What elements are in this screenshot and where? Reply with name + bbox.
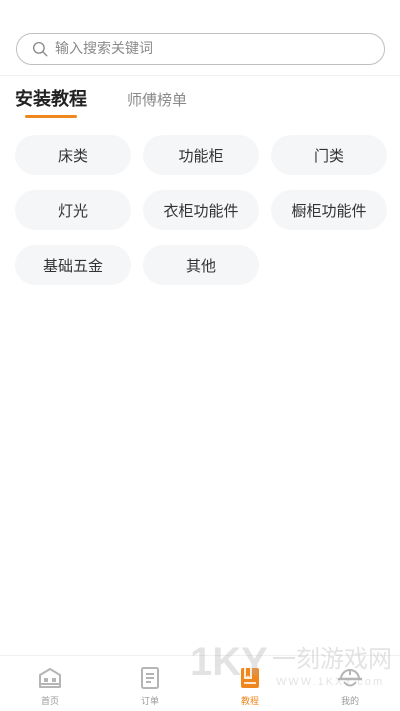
home-icon <box>39 668 61 688</box>
nav-mine-label: 我的 <box>340 697 359 707</box>
category-chip-function-cabinet[interactable]: 功能柜 <box>143 135 259 175</box>
category-grid: 床类 功能柜 门类 灯光 衣柜功能件 橱柜功能件 基础五金 其他 <box>15 135 387 285</box>
category-chip-hardware[interactable]: 基础五金 <box>15 245 131 285</box>
category-chip-other[interactable]: 其他 <box>143 245 259 285</box>
category-chip-light[interactable]: 灯光 <box>15 190 131 230</box>
nav-orders[interactable]: 订单 <box>100 656 200 711</box>
bottom-nav: 首页 订单 教程 我的 <box>0 655 400 711</box>
order-icon <box>141 667 159 689</box>
category-chip-kitchen-parts[interactable]: 橱柜功能件 <box>271 190 387 230</box>
header-divider <box>0 75 400 76</box>
tab-master-ranking[interactable]: 师傅榜单 <box>127 88 187 118</box>
search-icon <box>32 41 48 57</box>
worker-helmet-icon <box>337 669 363 687</box>
category-chip-wardrobe-parts[interactable]: 衣柜功能件 <box>143 190 259 230</box>
nav-mine[interactable]: 我的 <box>300 656 400 711</box>
search-input[interactable] <box>55 41 355 57</box>
nav-orders-label: 订单 <box>140 697 159 707</box>
tab-install-tutorial[interactable]: 安装教程 <box>15 88 87 118</box>
tutorial-icon <box>241 668 259 688</box>
nav-tutorial[interactable]: 教程 <box>200 656 300 711</box>
nav-home[interactable]: 首页 <box>0 656 100 711</box>
tab-bar: 安装教程 师傅榜单 <box>15 88 227 122</box>
search-bar[interactable] <box>16 33 385 65</box>
nav-tutorial-label: 教程 <box>240 697 259 707</box>
category-chip-door[interactable]: 门类 <box>271 135 387 175</box>
category-chip-bed[interactable]: 床类 <box>15 135 131 175</box>
nav-home-label: 首页 <box>40 697 59 707</box>
